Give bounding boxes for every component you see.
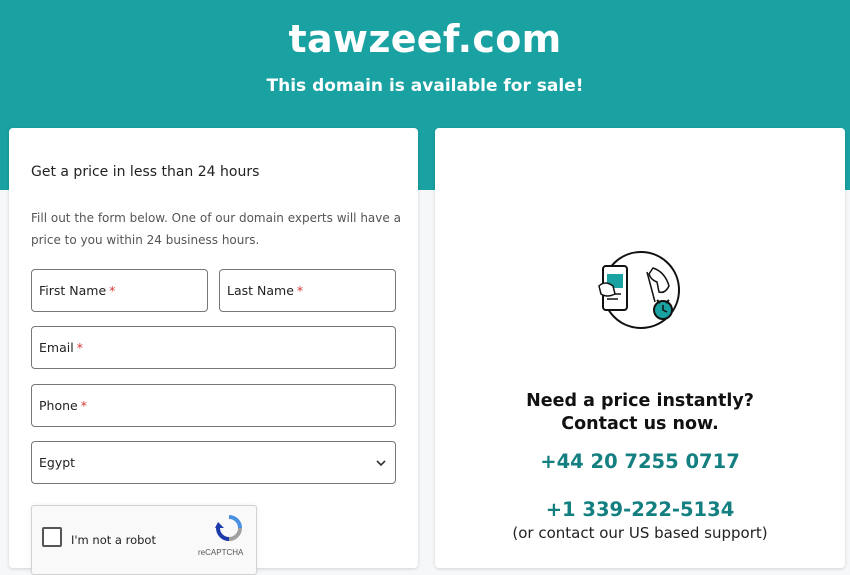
- email-label: Email *: [39, 340, 83, 355]
- email-field[interactable]: Email *: [31, 326, 396, 369]
- phone-link-us[interactable]: +1 339-222-5134: [435, 498, 845, 521]
- required-mark: *: [80, 398, 87, 413]
- first-name-field[interactable]: First Name *: [31, 269, 208, 312]
- phone-field[interactable]: Phone *: [31, 384, 396, 427]
- form-description: Fill out the form below. One of our doma…: [31, 211, 401, 247]
- country-select[interactable]: Egypt: [31, 441, 396, 484]
- contact-title: Need a price instantly? Contact us now.: [526, 391, 754, 434]
- contact-card: Need a price instantly? Contact us now. …: [435, 128, 845, 568]
- price-form-card: Get a price in less than 24 hours Fill o…: [9, 128, 418, 575]
- domain-title: tawzeef.com: [288, 17, 562, 61]
- last-name-label: Last Name *: [227, 283, 304, 298]
- form-heading: Get a price in less than 24 hours: [31, 164, 260, 180]
- required-mark: *: [76, 340, 83, 355]
- recaptcha-brand: reCAPTCHA: [198, 548, 244, 557]
- captcha-label: I'm not a robot: [71, 533, 156, 547]
- captcha-checkbox[interactable]: [42, 527, 62, 547]
- support-note: (or contact our US based support): [512, 524, 768, 542]
- required-mark: *: [296, 283, 304, 298]
- recaptcha-widget: I'm not a robot reCAPTCHA: [31, 505, 257, 575]
- country-selected-value: Egypt: [39, 455, 76, 470]
- required-mark: *: [109, 283, 116, 298]
- last-name-field[interactable]: Last Name *: [219, 269, 396, 312]
- first-name-label: First Name *: [39, 283, 116, 298]
- chevron-down-icon: [376, 460, 386, 467]
- sale-subtitle: This domain is available for sale!: [266, 76, 584, 96]
- phone-hand-clock-illustration: [598, 251, 680, 329]
- recaptcha-logo-icon: [215, 515, 242, 541]
- phone-label: Phone *: [39, 398, 87, 413]
- phone-link-uk[interactable]: +44 20 7255 0717: [435, 450, 845, 473]
